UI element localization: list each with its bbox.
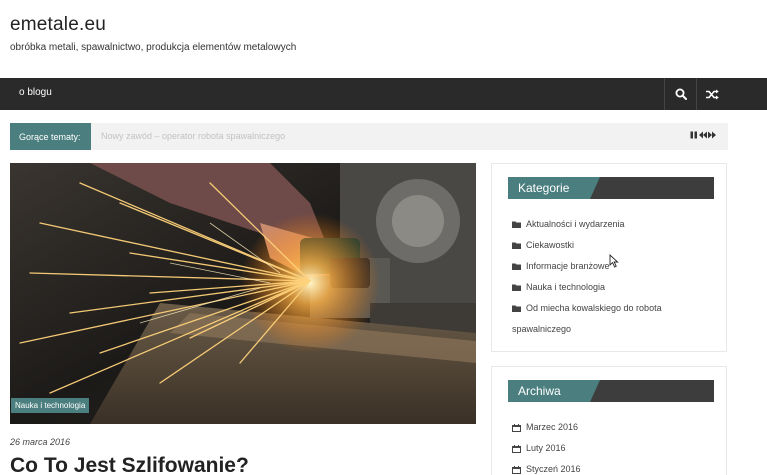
widget-header: Archiwa <box>508 380 714 402</box>
post-category-badge[interactable]: Nauka i technologia <box>11 398 90 413</box>
ticker-label: Gorące tematy: <box>10 123 91 150</box>
list-item[interactable]: Marzec 2016 <box>512 417 712 438</box>
calendar-icon <box>512 466 521 474</box>
breaking-news-ticker: Gorące tematy: Nowy zawód – operator rob… <box>10 123 728 150</box>
widget-title: Kategorie <box>508 177 600 199</box>
list-item[interactable]: Styczeń 2016 <box>512 459 712 475</box>
folder-icon <box>512 305 521 312</box>
featured-image[interactable] <box>10 163 476 424</box>
grinding-sparks-image <box>10 163 476 424</box>
main-navigation: o blogu <box>0 78 767 110</box>
ticker-headline[interactable]: Nowy zawód – operator robota spawalnicze… <box>101 131 285 141</box>
calendar-icon <box>512 445 521 453</box>
list-item[interactable]: Ciekawostki <box>512 235 712 256</box>
site-description: obróbka metali, spawalnictwo, produkcja … <box>10 42 297 53</box>
nav-item-o-blogu[interactable]: o blogu <box>19 87 52 98</box>
list-item[interactable]: Aktualności i wydarzenia <box>512 214 712 235</box>
mouse-cursor-icon <box>609 254 619 268</box>
next-icon[interactable] <box>708 131 716 139</box>
list-item[interactable]: Luty 2016 <box>512 438 712 459</box>
folder-icon <box>512 284 521 291</box>
folder-icon <box>512 221 521 228</box>
ticker-controls <box>690 131 716 139</box>
archive-widget: Archiwa Marzec 2016 Luty 2016 Styczeń 20… <box>491 366 727 475</box>
post-date[interactable]: 26 marca 2016 <box>10 437 70 447</box>
list-item[interactable]: Nauka i technologia <box>512 277 712 298</box>
site-header: emetale.eu obróbka metali, spawalnictwo,… <box>0 0 767 78</box>
search-button[interactable] <box>664 78 696 110</box>
prev-icon[interactable] <box>699 131 707 139</box>
list-item[interactable]: Od miecha kowalskiego do robota spawalnic… <box>512 298 712 340</box>
shuffle-icon <box>706 89 719 99</box>
calendar-icon <box>512 424 521 432</box>
archive-list: Marzec 2016 Luty 2016 Styczeń 2016 <box>512 417 712 475</box>
folder-icon <box>512 242 521 249</box>
search-icon <box>675 88 687 100</box>
post-title[interactable]: Co To Jest Szlifowanie? <box>10 454 249 475</box>
widget-header: Kategorie <box>508 177 714 199</box>
categories-list: Aktualności i wydarzenia Ciekawostki Inf… <box>512 214 712 340</box>
random-post-button[interactable] <box>696 78 728 110</box>
site-title[interactable]: emetale.eu <box>10 14 106 36</box>
pause-icon[interactable] <box>690 131 698 139</box>
widget-title: Archiwa <box>508 380 600 402</box>
folder-icon <box>512 263 521 270</box>
